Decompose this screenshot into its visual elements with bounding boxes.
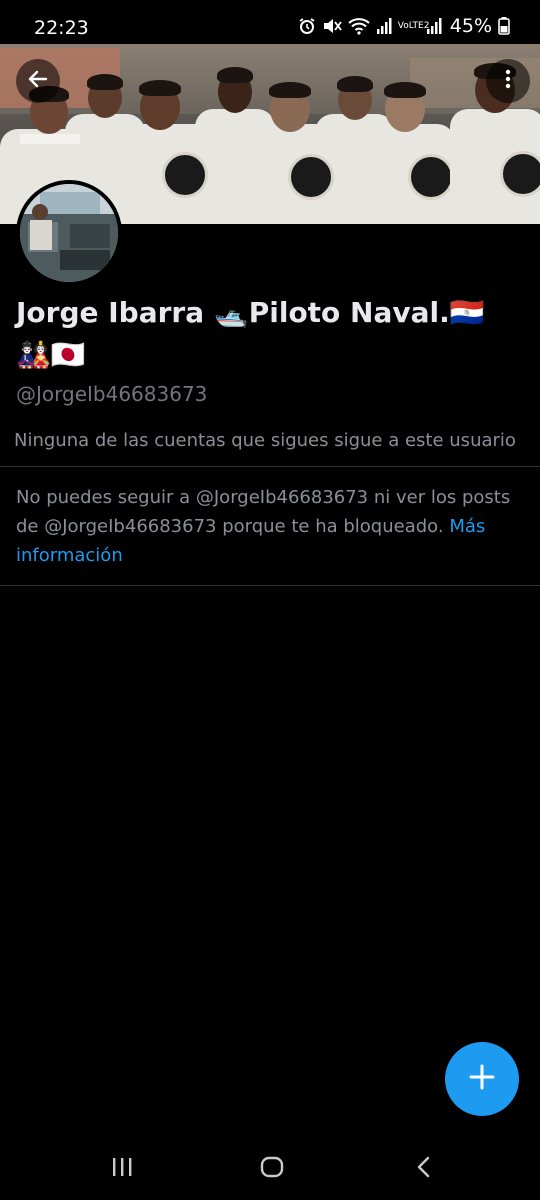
status-bar: 22:23 VoLTE2 45% (0, 0, 540, 44)
profile-handle: @JorgeIb46683673 (16, 382, 208, 406)
wifi-icon (348, 17, 370, 35)
more-vertical-icon (496, 67, 520, 95)
blocked-message-text: No puedes seguir a @JorgeIb46683673 ni v… (16, 487, 511, 537)
alarm-icon (298, 17, 316, 35)
followers-note: Ninguna de las cuentas que sigues sigue … (14, 430, 516, 451)
back-button[interactable] (16, 59, 60, 103)
home-icon (260, 1156, 284, 1182)
profile-name: Jorge Ibarra 🛥️Piloto Naval.🇵🇾 🎎🇯🇵 (16, 296, 485, 371)
recent-apps-icon (111, 1157, 133, 1181)
volte-icon: VoLTE2 (397, 20, 430, 31)
back-icon (416, 1156, 432, 1182)
more-options-button[interactable] (486, 59, 530, 103)
home-button[interactable] (252, 1154, 292, 1184)
avatar[interactable] (16, 180, 122, 286)
recent-apps-button[interactable] (102, 1154, 142, 1184)
compose-button[interactable] (445, 1042, 519, 1116)
divider (0, 585, 540, 586)
battery-percent: 45% (449, 15, 492, 37)
signal-icon (426, 18, 442, 34)
divider (0, 466, 540, 467)
battery-icon (498, 17, 510, 35)
status-icons: VoLTE2 45% (298, 15, 510, 37)
status-time: 22:23 (34, 17, 89, 39)
signal-icon (376, 18, 392, 34)
blocked-message: No puedes seguir a @JorgeIb46683673 ni v… (16, 483, 522, 570)
mute-icon (322, 17, 342, 35)
system-nav-bar (0, 1140, 540, 1200)
plus-icon (467, 1062, 497, 1096)
arrow-left-icon (26, 67, 50, 95)
system-back-button[interactable] (404, 1154, 444, 1184)
